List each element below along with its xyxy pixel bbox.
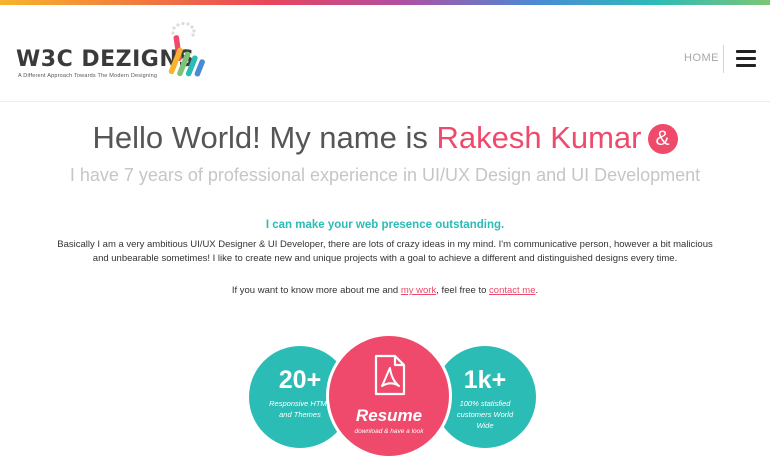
resume-label: Resume xyxy=(355,406,423,425)
nav-home-link[interactable]: HOME xyxy=(684,52,719,64)
hamburger-icon[interactable] xyxy=(736,50,756,68)
cta-middle: , feel free to xyxy=(436,285,490,296)
my-work-link[interactable]: my work xyxy=(401,285,436,296)
hero-subtitle: I have 7 years of professional experienc… xyxy=(69,165,701,185)
ampersand-badge: & xyxy=(647,124,678,154)
pdf-document-icon xyxy=(374,354,406,396)
hero-title-prefix: Hello World! My name is xyxy=(92,120,437,155)
resume-download-button[interactable]: Resume download & have a look xyxy=(326,333,452,459)
nav-divider xyxy=(723,45,724,73)
about-tagline: I can make your web presence outstanding… xyxy=(265,219,505,231)
hero-name: Rakesh Kumar xyxy=(436,120,642,155)
logo-mark-icon xyxy=(168,21,205,77)
logo-tagline: A Different Approach Towards The Modern … xyxy=(18,73,158,79)
about-paragraph: Basically I am a very ambitious UI/UX De… xyxy=(57,239,713,264)
cta-prefix: If you want to know more about me and xyxy=(231,285,401,296)
site-logo[interactable]: W3C DEZIGNS A Different Approach Towards… xyxy=(16,21,216,91)
resume-subtext: download & have a look xyxy=(354,428,424,435)
contact-me-link[interactable]: contact me xyxy=(489,285,535,296)
hero-title: Hello World! My name is Rakesh Kumar & xyxy=(0,120,770,156)
cta-suffix: . xyxy=(535,285,539,296)
contact-cta: If you want to know more about me and my… xyxy=(0,285,770,296)
site-header: W3C DEZIGNS A Different Approach Towards… xyxy=(0,5,770,102)
stat-customers-text: 100% statisfied customers World Wide xyxy=(456,399,514,430)
